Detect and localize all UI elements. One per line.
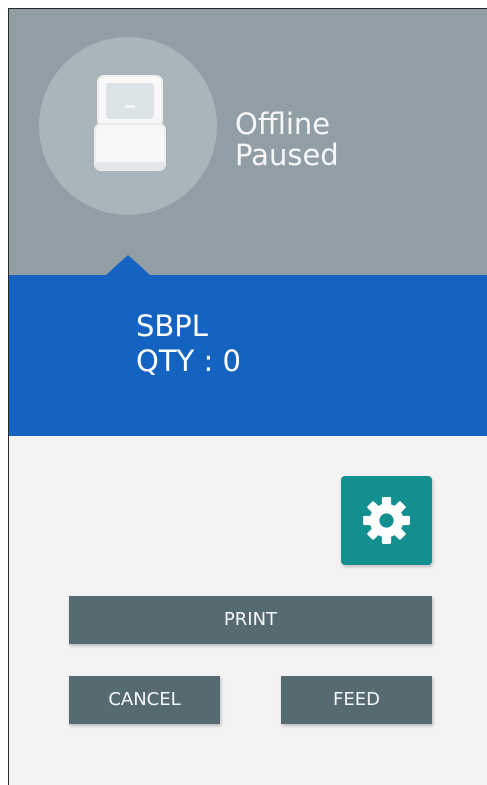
selection-pointer [106,255,150,275]
quantity-label: QTY : 0 [136,344,241,378]
printer-status-screen: Offline Paused SBPL QTY : 0 PRINT CANCEL… [8,8,487,785]
printer-avatar [39,37,217,215]
printer-icon [94,75,166,171]
printer-status-text: Offline Paused [235,109,339,171]
print-button[interactable]: PRINT [69,596,432,644]
printer-language-label: SBPL [136,309,208,343]
gear-icon [363,497,410,544]
printer-status-header: Offline Paused [9,9,487,275]
cancel-button[interactable]: CANCEL [69,676,220,724]
job-info: SBPL QTY : 0 [136,309,241,379]
feed-button[interactable]: FEED [281,676,432,724]
job-info-band [9,275,487,436]
settings-button[interactable] [341,476,432,565]
offline-status-label: Offline [235,107,331,141]
paused-status-label: Paused [235,138,339,172]
